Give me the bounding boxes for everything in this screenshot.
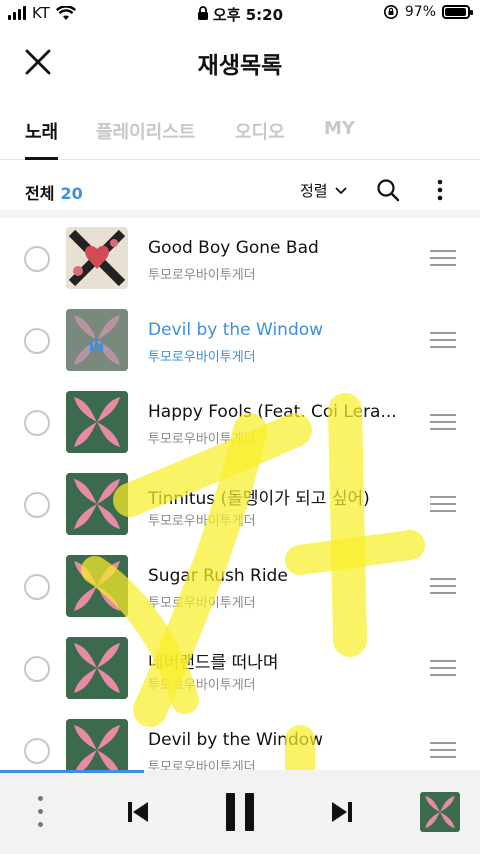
tab-songs[interactable]: 노래	[25, 118, 59, 160]
select-radio[interactable]	[24, 410, 50, 436]
mini-player	[0, 770, 480, 854]
song-title: Sugar Rush Ride	[148, 566, 288, 586]
sort-button[interactable]: 정렬	[300, 180, 348, 201]
sort-label: 정렬	[300, 182, 328, 200]
song-artist: 투모로우바이투게더	[148, 514, 256, 529]
drag-handle-icon[interactable]	[430, 578, 456, 594]
status-bar: KT 오후 5:20 97%	[0, 0, 480, 28]
song-title: Devil by the Window	[148, 320, 324, 340]
more-vertical-icon[interactable]	[436, 178, 444, 202]
previous-icon[interactable]	[126, 800, 150, 824]
song-title: Happy Fools (Feat. Coi Lera...	[148, 402, 397, 422]
select-radio[interactable]	[24, 492, 50, 518]
search-icon[interactable]	[376, 178, 400, 202]
list-toolbar: 전체 20 정렬	[0, 160, 480, 218]
select-radio[interactable]	[24, 328, 50, 354]
album-art	[66, 309, 128, 371]
pause-icon[interactable]	[224, 792, 256, 832]
list-item[interactable]: Tinnitus (돌멩이가 되고 싶어) 투모로우바이투게더	[0, 464, 480, 546]
tab-playlists[interactable]: 플레이리스트	[96, 118, 195, 160]
time-label: 오후 5:20	[212, 6, 284, 24]
album-art-tempo-icon	[66, 555, 128, 617]
list-item[interactable]: Happy Fools (Feat. Coi Lera... 투모로우바이투게더	[0, 382, 480, 464]
total-count: 전체 20	[25, 180, 83, 204]
album-art	[66, 391, 128, 453]
page-title: 재생목록	[197, 53, 283, 79]
battery-label: 97%	[404, 4, 436, 20]
total-label: 전체	[25, 184, 55, 203]
song-title: Tinnitus (돌멩이가 되고 싶어)	[148, 489, 370, 509]
header: 재생목록	[0, 28, 480, 98]
song-artist: 투모로우바이투게더	[148, 268, 256, 283]
tab-my[interactable]: MY	[324, 118, 355, 160]
tab-audio[interactable]: 오디오	[235, 118, 285, 160]
now-playing-art[interactable]	[420, 792, 460, 832]
player-menu-icon[interactable]	[36, 796, 44, 830]
battery-icon	[442, 5, 473, 19]
drag-handle-icon[interactable]	[430, 414, 456, 430]
song-artist: 투모로우바이투게더	[148, 432, 256, 447]
album-art-tempo-icon	[66, 637, 128, 699]
select-radio[interactable]	[24, 246, 50, 272]
drag-handle-icon[interactable]	[430, 332, 456, 348]
select-radio[interactable]	[24, 656, 50, 682]
orientation-lock-icon	[383, 5, 398, 19]
select-radio[interactable]	[24, 738, 50, 764]
select-radio[interactable]	[24, 574, 50, 600]
album-art-tempo-icon	[66, 309, 128, 371]
album-art-tempo-icon	[420, 792, 460, 832]
battery-fill	[445, 8, 467, 16]
status-right: 97%	[383, 4, 473, 20]
list-item[interactable]: Devil by the Window 투모로우바이투게더	[0, 300, 480, 382]
total-number: 20	[60, 184, 83, 203]
song-title: 네버랜드를 떠나며	[148, 653, 279, 673]
album-art-tempo-icon	[66, 391, 128, 453]
list-item[interactable]: Good Boy Gone Bad 투모로우바이투게더	[0, 218, 480, 300]
drag-handle-icon[interactable]	[430, 250, 456, 266]
album-art-thursday-icon	[66, 227, 128, 289]
chevron-down-icon	[334, 186, 347, 194]
song-artist: 투모로우바이투게더	[148, 596, 256, 611]
album-art	[66, 555, 128, 617]
album-art	[66, 637, 128, 699]
tab-bar: 노래 플레이리스트 오디오 MY	[0, 104, 480, 160]
playback-progress[interactable]	[0, 770, 144, 773]
drag-handle-icon[interactable]	[430, 660, 456, 676]
next-icon[interactable]	[330, 800, 354, 824]
drag-handle-icon[interactable]	[430, 742, 456, 758]
list-item[interactable]: 네버랜드를 떠나며 투모로우바이투게더	[0, 628, 480, 710]
song-title: Devil by the Window	[148, 730, 324, 750]
album-art-tempo-icon	[66, 473, 128, 535]
list-item[interactable]: Sugar Rush Ride 투모로우바이투게더	[0, 546, 480, 628]
album-art	[66, 227, 128, 289]
song-artist: 투모로우바이투게더	[148, 350, 256, 365]
song-artist: 투모로우바이투게더	[148, 678, 256, 693]
song-title: Good Boy Gone Bad	[148, 238, 319, 258]
drag-handle-icon[interactable]	[430, 496, 456, 512]
lock-icon	[197, 6, 208, 20]
album-art	[66, 473, 128, 535]
